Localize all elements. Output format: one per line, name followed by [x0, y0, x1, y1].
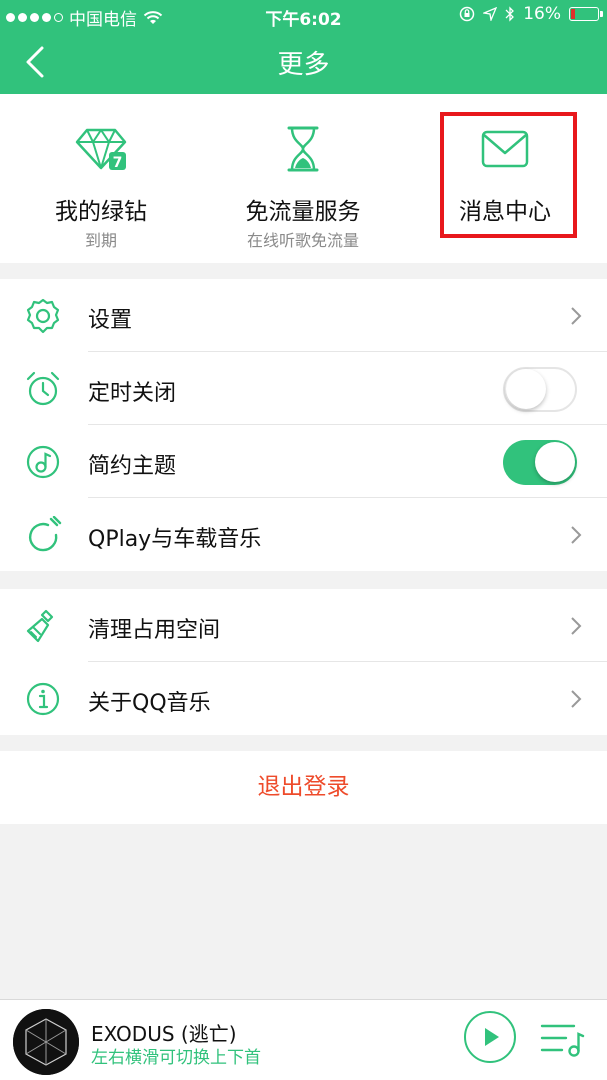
exo-logo-icon: [13, 1009, 79, 1075]
highlight-annotation: [440, 112, 577, 238]
feature-title: 免流量服务: [245, 199, 361, 225]
feature-title: 我的绿钻: [55, 199, 147, 225]
row-label: 关于QQ音乐: [88, 691, 211, 716]
status-bar: 中国电信 下午6:02 16%: [0, 0, 607, 32]
toggle-knob: [506, 369, 546, 409]
theme-note-icon: [26, 445, 60, 479]
swipe-hint: 左右横滑可切换上下首: [91, 1048, 261, 1068]
row-settings[interactable]: 设置: [0, 279, 607, 352]
mini-player[interactable]: EXODUS (逃亡) 左右横滑可切换上下首: [0, 999, 607, 1080]
row-timer-off: 定时关闭: [0, 352, 607, 425]
bluetooth-icon: [505, 6, 515, 22]
battery-percent: 16%: [523, 4, 561, 24]
logout-button[interactable]: 退出登录: [0, 751, 607, 824]
feature-subtitle: 在线听歌免流量: [246, 231, 359, 250]
diamond-badge: 7: [113, 155, 123, 171]
row-label: 定时关闭: [88, 381, 177, 406]
app-header: 中国电信 下午6:02 16% 更多: [0, 0, 607, 94]
status-right: 16%: [459, 4, 603, 24]
play-button[interactable]: [463, 1010, 517, 1064]
theme-toggle[interactable]: [503, 440, 577, 485]
row-simple-theme: 简约主题: [0, 425, 607, 498]
rotation-lock-icon: [459, 6, 475, 22]
chevron-right-icon: [571, 307, 582, 325]
chevron-right-icon: [571, 526, 582, 544]
row-clear-space[interactable]: 清理占用空间: [0, 589, 607, 662]
gear-icon: [26, 298, 60, 334]
playlist-queue-button[interactable]: [540, 1020, 586, 1058]
hourglass-icon: [287, 126, 319, 172]
row-label: 简约主题: [88, 454, 177, 479]
chevron-right-icon: [571, 690, 582, 708]
page-title: 更多: [277, 50, 330, 80]
row-label: QPlay与车载音乐: [88, 527, 262, 552]
row-qplay[interactable]: QPlay与车载音乐: [0, 498, 607, 571]
row-label: 清理占用空间: [88, 618, 221, 643]
timer-toggle[interactable]: [503, 367, 577, 412]
location-icon: [483, 7, 498, 21]
brush-icon: [26, 609, 54, 643]
settings-group: 设置 定时关闭 简约主题 QPlay与车载音乐: [0, 279, 607, 571]
feature-green-diamond[interactable]: 7 我的绿钻 到期: [0, 94, 202, 263]
feature-subtitle: 到期: [84, 231, 117, 250]
battery-icon: [569, 7, 603, 21]
toggle-knob: [535, 442, 575, 482]
alarm-clock-icon: [26, 371, 60, 406]
qplay-icon: [29, 516, 62, 552]
feature-free-data[interactable]: 免流量服务 在线听歌免流量: [202, 94, 404, 263]
misc-group: 清理占用空间 关于QQ音乐: [0, 589, 607, 735]
info-icon: [26, 682, 60, 716]
row-label: 设置: [88, 308, 133, 333]
chevron-right-icon: [571, 617, 582, 635]
green-diamond-icon: 7: [75, 128, 127, 171]
album-cover[interactable]: [13, 1009, 79, 1075]
row-about[interactable]: 关于QQ音乐: [0, 662, 607, 735]
